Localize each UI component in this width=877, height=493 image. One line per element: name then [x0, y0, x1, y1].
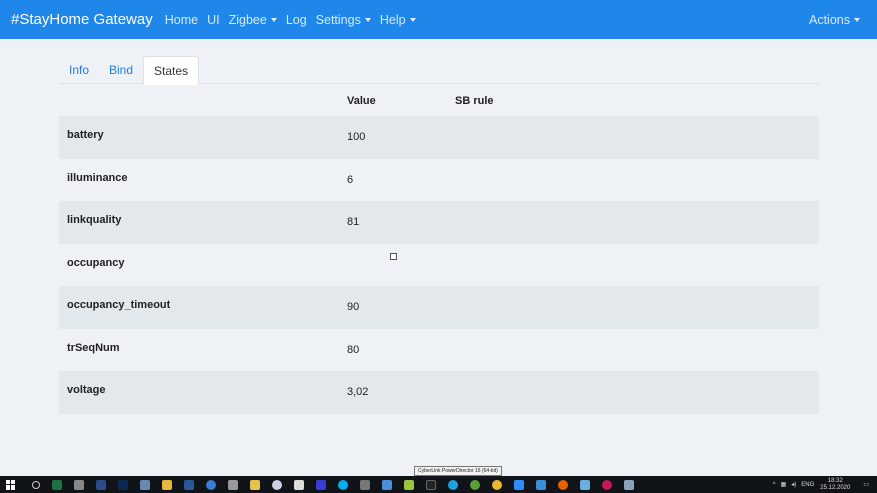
chevron-up-icon[interactable]: ^	[773, 482, 776, 488]
app-icon[interactable]	[404, 479, 414, 490]
excel-icon[interactable]	[52, 479, 62, 490]
actions-dropdown[interactable]: Actions	[809, 0, 860, 39]
table-row: occupancy_timeout 90	[59, 286, 819, 329]
table-row: voltage 3,02	[59, 371, 819, 414]
clock[interactable]: 18:32 25.12.2020	[820, 478, 850, 492]
nav-zigbee-dropdown[interactable]: Zigbee	[229, 13, 277, 27]
taskbar-tooltip: CyberLink PowerDirector 16 (64-bit)	[414, 466, 502, 476]
photoshop-icon[interactable]	[118, 479, 128, 490]
app-icon[interactable]	[624, 479, 634, 490]
network-icon[interactable]: ▦	[781, 481, 787, 488]
tab-bind[interactable]: Bind	[99, 56, 143, 84]
caret-down-icon	[409, 17, 416, 22]
nav-ui[interactable]: UI	[207, 13, 220, 27]
column-header-sb-rule: SB rule	[455, 95, 494, 107]
clock-date: 25.12.2020	[820, 484, 851, 491]
nav-zigbee-label: Zigbee	[228, 12, 267, 27]
nav-help-dropdown[interactable]: Help	[380, 13, 416, 27]
app-icon[interactable]	[206, 479, 216, 490]
brand-link[interactable]: #StayHome Gateway	[11, 11, 153, 28]
app-icon[interactable]	[580, 479, 590, 490]
firefox-icon[interactable]	[558, 479, 568, 490]
state-name: linkquality	[67, 214, 122, 226]
windows-taskbar	[0, 476, 877, 493]
top-navbar: #StayHome Gateway Home UI Zigbee Log Set…	[0, 0, 877, 39]
nav-help-label: Help	[379, 12, 406, 27]
tab-states[interactable]: States	[143, 56, 200, 85]
state-name: illuminance	[67, 171, 128, 184]
state-name: occupancy_timeout	[67, 299, 171, 311]
nav-log[interactable]: Log	[286, 13, 307, 27]
app-icon[interactable]	[294, 479, 304, 490]
app-icon[interactable]	[470, 479, 480, 490]
caret-down-icon	[270, 17, 277, 22]
system-tray: ^ ▦ ◂) ENG 18:32 25.12.2020 ▭	[768, 476, 869, 493]
table-row: linkquality 81	[59, 201, 819, 244]
state-name: occupancy	[67, 256, 125, 269]
nav-ui-label: UI	[207, 12, 220, 27]
nav-log-label: Log	[285, 12, 307, 27]
table-row: illuminance 6	[59, 159, 819, 202]
chrome-icon[interactable]	[492, 479, 502, 490]
state-value: 6	[347, 173, 354, 186]
app-icon[interactable]	[96, 479, 106, 490]
file-explorer-icon[interactable]	[162, 479, 172, 490]
table-row: occupancy	[59, 244, 819, 287]
occupancy-checkbox[interactable]	[390, 252, 397, 260]
table-row: trSeqNum 80	[59, 329, 819, 372]
word-icon[interactable]	[184, 479, 194, 490]
app-icon[interactable]	[382, 479, 392, 490]
clock-time: 18:32	[827, 477, 843, 484]
zoom-icon[interactable]	[514, 479, 524, 490]
app-icon[interactable]	[360, 479, 370, 490]
app-icon[interactable]	[228, 479, 238, 490]
edge-icon[interactable]	[448, 479, 458, 490]
table-row: battery 100	[59, 116, 819, 159]
actions-label: Actions	[809, 12, 850, 27]
table-header: Value SB rule	[59, 88, 819, 116]
volume-icon[interactable]: ◂)	[791, 481, 796, 488]
tab-info[interactable]: Info	[59, 56, 99, 84]
app-icon[interactable]	[74, 479, 84, 490]
nav-settings-label: Settings	[315, 12, 361, 27]
caret-down-icon	[854, 17, 860, 22]
app-icon[interactable]	[272, 479, 282, 490]
search-icon[interactable]	[32, 480, 40, 489]
nav-home-label: Home	[164, 12, 199, 27]
app-icon[interactable]	[250, 479, 260, 490]
skype-icon[interactable]	[338, 479, 348, 490]
caret-down-icon	[364, 17, 371, 22]
app-icon[interactable]	[140, 479, 150, 490]
state-name: battery	[67, 129, 104, 141]
state-value: 90	[347, 301, 360, 313]
column-header-value: Value	[347, 95, 376, 107]
state-value: 100	[347, 131, 366, 143]
app-icon[interactable]	[602, 479, 612, 490]
nav-settings-dropdown[interactable]: Settings	[316, 13, 371, 27]
nav-home[interactable]: Home	[165, 13, 198, 27]
start-icon[interactable]	[6, 479, 16, 490]
vscode-icon[interactable]	[536, 479, 546, 490]
notification-icon[interactable]: ▭	[863, 481, 869, 488]
state-name: voltage	[67, 384, 106, 396]
app-icon[interactable]	[316, 479, 326, 490]
states-table: Value SB rule battery 100 illuminance 6 …	[59, 88, 819, 414]
state-name: trSeqNum	[67, 341, 120, 354]
language-indicator[interactable]: ENG	[801, 482, 814, 488]
terminal-icon[interactable]	[426, 479, 436, 490]
device-tabs: Info Bind States	[59, 56, 819, 85]
state-value: 81	[347, 216, 360, 228]
state-value: 80	[347, 343, 360, 356]
state-value: 3,02	[347, 386, 369, 398]
